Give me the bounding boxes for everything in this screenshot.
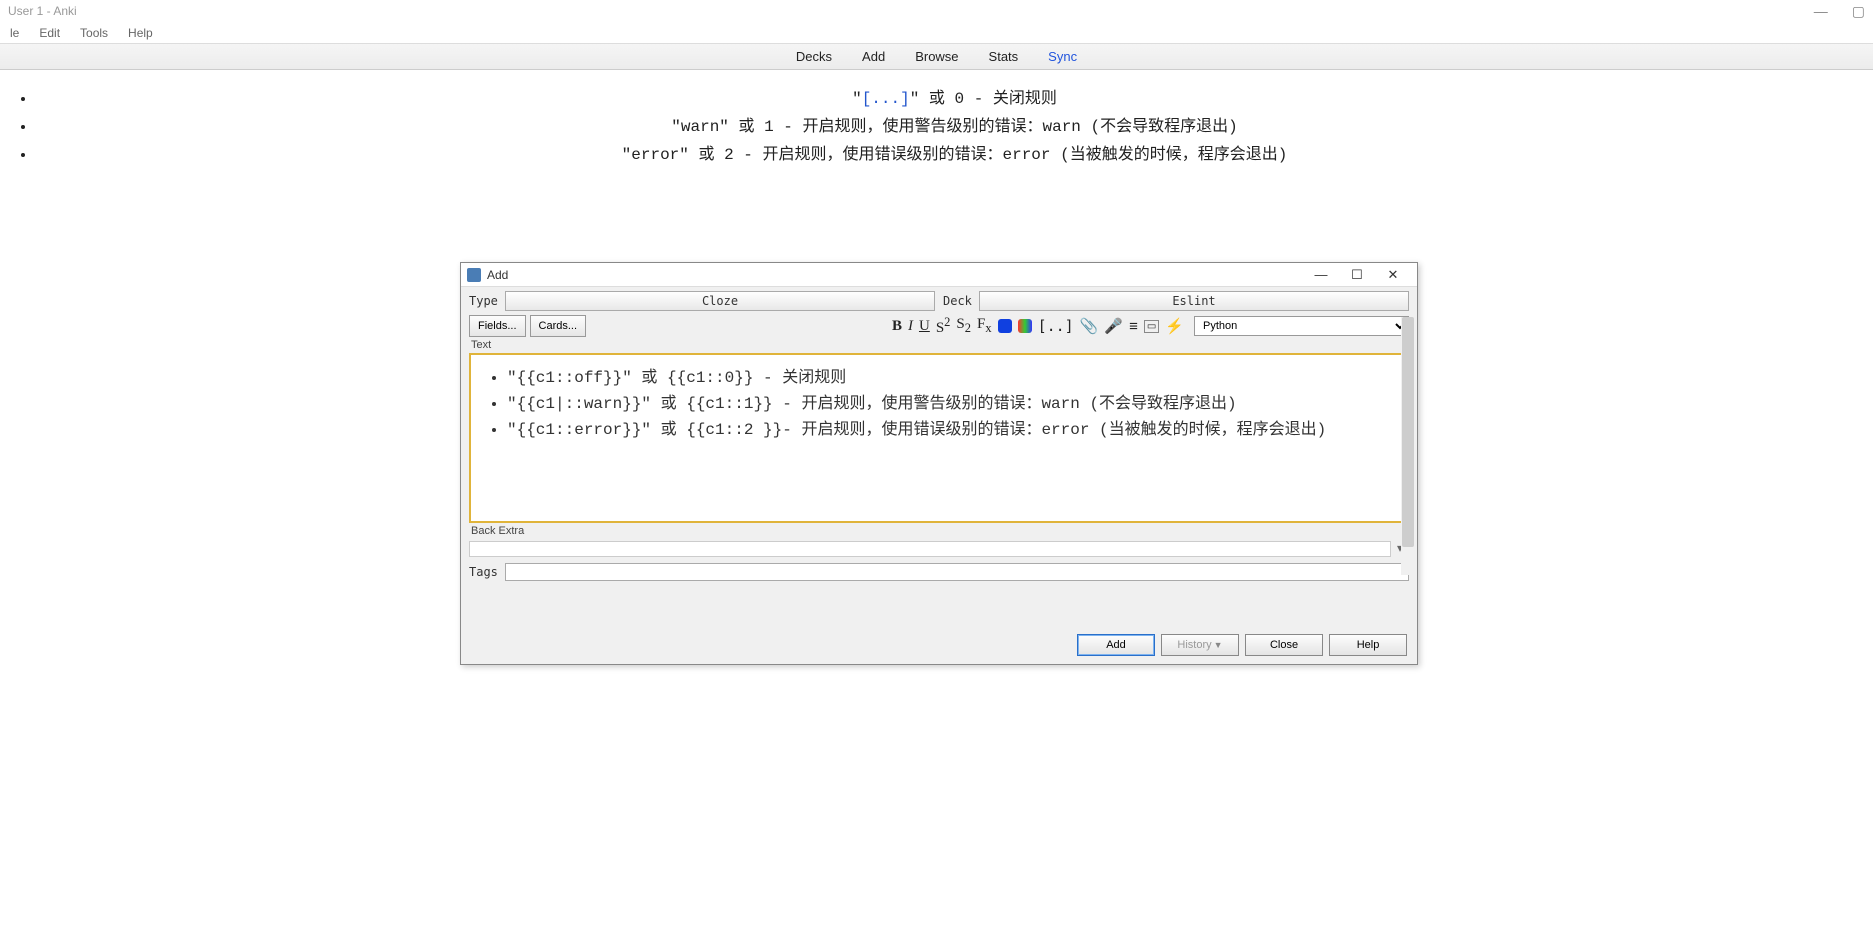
preview-line-3: "error" 或 2 - 开启规则，使用错误级别的错误：error (当被触发… (36, 138, 1873, 166)
menu-tools[interactable]: Tools (70, 26, 118, 40)
tags-label: Tags (469, 565, 499, 579)
toolbar-decks[interactable]: Decks (796, 49, 832, 64)
cloze-icon[interactable]: [..] (1038, 317, 1074, 335)
back-extra-label: Back Extra (471, 525, 1409, 537)
toolbar-stats[interactable]: Stats (989, 49, 1019, 64)
chevron-down-icon: ▼ (1214, 640, 1223, 650)
type-label: Type (469, 294, 505, 308)
dialog-close-icon[interactable]: ✕ (1375, 267, 1411, 283)
tags-input[interactable] (505, 563, 1409, 581)
record-icon[interactable]: 🎤 (1104, 317, 1123, 335)
maximize-icon[interactable]: ▢ (1852, 3, 1865, 20)
fields-button[interactable]: Fields... (469, 315, 526, 337)
menu-help[interactable]: Help (118, 26, 163, 40)
history-label: History (1177, 639, 1211, 651)
lightning-icon[interactable]: ⚡ (1165, 317, 1184, 335)
erase-format-icon[interactable]: Fx (977, 316, 992, 336)
minimize-icon[interactable]: — (1814, 3, 1828, 20)
help-button[interactable]: Help (1329, 634, 1407, 656)
card-preview: "[...]" 或 0 - 关闭规则 "warn" 或 1 - 开启规则，使用警… (0, 70, 1873, 166)
add-button[interactable]: Add (1077, 634, 1155, 656)
preview-quote: " (852, 90, 862, 108)
deck-label: Deck (943, 294, 979, 308)
menu-edit[interactable]: Edit (29, 26, 70, 40)
cloze-placeholder: [...] (862, 90, 910, 108)
text-field-label: Text (471, 339, 1409, 351)
history-button[interactable]: History▼ (1161, 634, 1239, 656)
type-selector[interactable]: Cloze (505, 291, 935, 311)
preview-line-2: "warn" 或 1 - 开启规则，使用警告级别的错误：warn (不会导致程序… (36, 110, 1873, 138)
italic-icon[interactable]: I (908, 318, 913, 335)
superscript-icon[interactable]: S2 (936, 315, 951, 337)
text-editor[interactable]: "{{c1::off}}" 或 {{c1::0}} - 关闭规则 "{{c1|:… (469, 353, 1409, 523)
preview-rest: " 或 0 - 关闭规则 (910, 90, 1057, 108)
menubar: le Edit Tools Help (0, 22, 1873, 44)
equation-icon[interactable]: ≡ (1129, 318, 1138, 335)
toolbar-browse[interactable]: Browse (915, 49, 958, 64)
toolbar-add[interactable]: Add (862, 49, 885, 64)
preview-line-1: "[...]" 或 0 - 关闭规则 (36, 82, 1873, 110)
toolbar-sync[interactable]: Sync (1048, 49, 1077, 64)
html-icon[interactable]: ▭ (1144, 320, 1159, 333)
dialog-scrollbar[interactable] (1401, 317, 1415, 575)
editor-toolbar: B I U S2 S2 Fx [..] 📎 🎤 ≡ ▭ ⚡ Python (892, 315, 1409, 337)
attachment-icon[interactable]: 📎 (1080, 317, 1099, 335)
scrollbar-thumb[interactable] (1402, 317, 1414, 547)
app-icon (467, 268, 481, 282)
editor-line[interactable]: "{{c1::error}}" 或 {{c1::2 }}- 开启规则，使用错误级… (507, 417, 1393, 443)
dialog-minimize-icon[interactable]: — (1303, 267, 1339, 282)
dialog-title: Add (487, 268, 1303, 282)
editor-line[interactable]: "{{c1::off}}" 或 {{c1::0}} - 关闭规则 (507, 365, 1393, 391)
add-dialog: Add — ☐ ✕ Type Cloze Deck Eslint Fields.… (460, 262, 1418, 665)
text-color-icon[interactable] (998, 319, 1012, 333)
editor-line[interactable]: "{{c1|::warn}}" 或 {{c1::1}} - 开启规则，使用警告级… (507, 391, 1393, 417)
underline-icon[interactable]: U (919, 318, 930, 335)
bold-icon[interactable]: B (892, 318, 902, 335)
back-extra-editor[interactable] (469, 541, 1391, 557)
dialog-titlebar: Add — ☐ ✕ (461, 263, 1417, 287)
main-toolbar: Decks Add Browse Stats Sync (0, 44, 1873, 70)
window-titlebar: User 1 - Anki — ▢ (0, 0, 1873, 22)
language-select[interactable]: Python (1194, 316, 1409, 336)
highlight-color-icon[interactable] (1018, 319, 1032, 333)
dialog-maximize-icon[interactable]: ☐ (1339, 267, 1375, 283)
menu-file[interactable]: le (0, 26, 29, 40)
deck-selector[interactable]: Eslint (979, 291, 1409, 311)
window-title: User 1 - Anki (8, 4, 1814, 18)
dialog-footer: Add History▼ Close Help (1077, 634, 1407, 656)
subscript-icon[interactable]: S2 (956, 316, 971, 336)
close-button[interactable]: Close (1245, 634, 1323, 656)
window-controls: — ▢ (1814, 3, 1865, 20)
cards-button[interactable]: Cards... (530, 315, 587, 337)
